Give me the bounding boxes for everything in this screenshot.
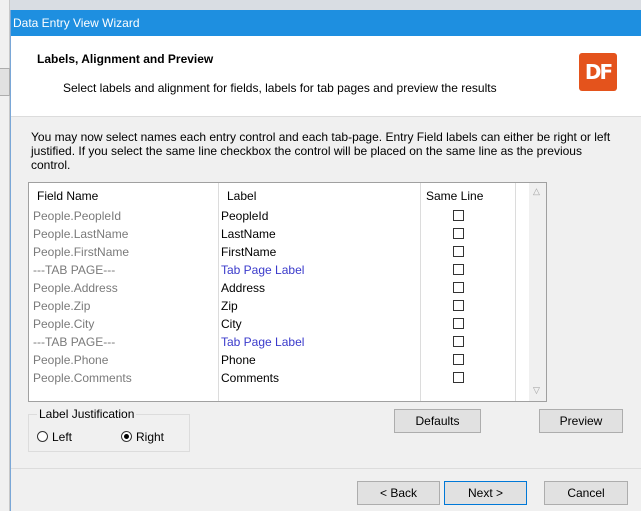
table-row[interactable]: ---TAB PAGE--- Tab Page Label <box>29 333 529 351</box>
wizard-dialog: Data Entry View Wizard Labels, Alignment… <box>10 10 641 511</box>
table-row[interactable]: ---TAB PAGE--- Tab Page Label <box>29 261 529 279</box>
table-row[interactable]: People.City City <box>29 315 529 333</box>
same-line-checkbox[interactable] <box>453 372 464 383</box>
scroll-down-icon[interactable]: ▽ <box>533 385 540 396</box>
field-name-cell: People.Comments <box>33 371 132 385</box>
same-line-checkbox[interactable] <box>453 354 464 365</box>
defaults-button[interactable]: Defaults <box>394 409 481 433</box>
wizard-header: Labels, Alignment and Preview Select lab… <box>11 36 641 117</box>
label-cell[interactable]: Comments <box>221 371 279 385</box>
same-line-checkbox[interactable] <box>453 246 464 257</box>
radio-right-label[interactable]: Right <box>136 430 164 444</box>
column-header-same-line[interactable]: Same Line <box>426 189 483 203</box>
table-row[interactable]: People.Address Address <box>29 279 529 297</box>
grid-scrollbar[interactable]: △ ▽ <box>529 183 546 401</box>
field-name-cell: People.LastName <box>33 227 129 241</box>
dataflex-logo-icon: DF <box>579 53 617 91</box>
field-name-cell: ---TAB PAGE--- <box>33 263 116 277</box>
field-name-cell: People.Phone <box>33 353 109 367</box>
back-button[interactable]: < Back <box>357 481 440 505</box>
same-line-checkbox[interactable] <box>453 228 464 239</box>
same-line-checkbox[interactable] <box>453 336 464 347</box>
label-cell[interactable]: PeopleId <box>221 209 268 223</box>
background-button <box>0 68 10 96</box>
column-header-field-name[interactable]: Field Name <box>37 189 98 203</box>
page-subtitle: Select labels and alignment for fields, … <box>63 81 497 95</box>
label-cell[interactable]: Zip <box>221 299 238 313</box>
label-justification-legend: Label Justification <box>37 407 137 421</box>
same-line-checkbox[interactable] <box>453 300 464 311</box>
same-line-checkbox[interactable] <box>453 318 464 329</box>
same-line-checkbox[interactable] <box>453 282 464 293</box>
same-line-checkbox[interactable] <box>453 210 464 221</box>
preview-button[interactable]: Preview <box>539 409 623 433</box>
label-cell[interactable]: Address <box>221 281 265 295</box>
radio-right-circle-icon[interactable] <box>121 431 132 442</box>
background-window-edge <box>0 0 641 10</box>
instructions-text: You may now select names each entry cont… <box>31 130 611 172</box>
field-name-cell: ---TAB PAGE--- <box>33 335 116 349</box>
background-window <box>0 0 10 511</box>
label-justification-group: Label Justification Left Right <box>28 407 190 452</box>
label-cell[interactable]: Tab Page Label <box>221 335 304 349</box>
field-name-cell: People.FirstName <box>33 245 130 259</box>
radio-left-circle-icon[interactable] <box>37 431 48 442</box>
field-name-cell: People.PeopleId <box>33 209 122 223</box>
field-label-grid[interactable]: Field Name Label Same Line People.People… <box>28 182 547 402</box>
label-cell[interactable]: Phone <box>221 353 256 367</box>
column-header-label[interactable]: Label <box>227 189 256 203</box>
radio-left-label[interactable]: Left <box>52 430 72 444</box>
next-button[interactable]: Next > <box>444 481 527 505</box>
field-name-cell: People.Address <box>33 281 118 295</box>
label-cell[interactable]: City <box>221 317 242 331</box>
scroll-up-icon[interactable]: △ <box>533 186 540 197</box>
footer-divider <box>11 468 641 469</box>
label-cell[interactable]: Tab Page Label <box>221 263 304 277</box>
table-row[interactable]: People.FirstName FirstName <box>29 243 529 261</box>
window-title: Data Entry View Wizard <box>13 16 140 30</box>
table-row[interactable]: People.Phone Phone <box>29 351 529 369</box>
table-row[interactable]: People.LastName LastName <box>29 225 529 243</box>
label-cell[interactable]: LastName <box>221 227 276 241</box>
grid-header: Field Name Label Same Line <box>29 183 529 205</box>
table-row[interactable]: People.Comments Comments <box>29 369 529 387</box>
cancel-button[interactable]: Cancel <box>544 481 628 505</box>
field-name-cell: People.City <box>33 317 95 331</box>
title-bar[interactable]: Data Entry View Wizard <box>11 10 641 36</box>
radio-selected-dot-icon <box>124 434 129 439</box>
table-row[interactable]: People.PeopleId PeopleId <box>29 207 529 225</box>
field-name-cell: People.Zip <box>33 299 91 313</box>
same-line-checkbox[interactable] <box>453 264 464 275</box>
table-row[interactable]: People.Zip Zip <box>29 297 529 315</box>
label-cell[interactable]: FirstName <box>221 245 276 259</box>
page-title: Labels, Alignment and Preview <box>37 52 214 66</box>
